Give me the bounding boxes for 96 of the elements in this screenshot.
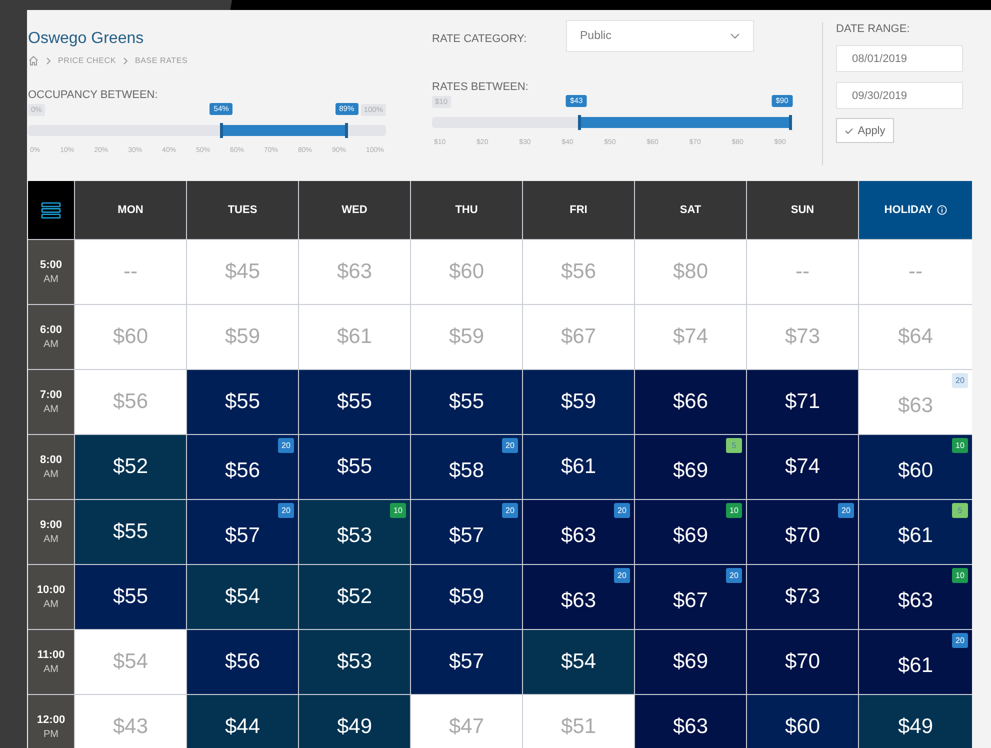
- time-cell: 9:00 AM: [28, 500, 74, 564]
- time-cell: 10:00 AM: [28, 565, 74, 629]
- home-icon[interactable]: [28, 55, 39, 66]
- price-cell[interactable]: $61 20: [859, 630, 972, 694]
- price-cell[interactable]: $63: [635, 695, 746, 748]
- price-cell[interactable]: $56: [187, 630, 298, 694]
- price-cell[interactable]: $57 20: [411, 500, 522, 564]
- info-icon[interactable]: [936, 205, 947, 215]
- filter-label: RATES BETWEEN:: [432, 81, 530, 93]
- column-header: FRI: [523, 181, 634, 239]
- price-cell[interactable]: $55: [299, 370, 410, 434]
- chevron-icon: [46, 56, 51, 64]
- price-cell[interactable]: $52: [299, 565, 410, 629]
- price-cell[interactable]: $63 10: [859, 565, 972, 629]
- count-badge: 5: [726, 438, 742, 453]
- column-header: SUN: [747, 181, 858, 239]
- time-cell: 11:00 AM: [28, 630, 74, 694]
- price-cell[interactable]: $53: [299, 630, 410, 694]
- price-cell[interactable]: $59: [411, 565, 522, 629]
- price-cell[interactable]: $69: [635, 630, 746, 694]
- slider-thumb[interactable]: [578, 115, 582, 130]
- price-cell[interactable]: $55: [299, 435, 410, 499]
- price-cell[interactable]: $55: [411, 370, 522, 434]
- count-badge: 20: [502, 438, 518, 453]
- price-cell[interactable]: $58 20: [411, 435, 522, 499]
- price-cell[interactable]: $63 20: [523, 500, 634, 564]
- price-cell[interactable]: $55: [75, 565, 186, 629]
- column-header: SAT: [635, 181, 746, 239]
- time-cell: 12:00 PM: [28, 695, 74, 748]
- chevron-down-icon: [730, 33, 740, 39]
- price-cell[interactable]: $61: [523, 435, 634, 499]
- count-badge: 10: [952, 438, 968, 453]
- price-cell[interactable]: $63 20: [523, 565, 634, 629]
- price-cell[interactable]: $71: [747, 370, 858, 434]
- slider-thumb[interactable]: [788, 115, 792, 130]
- column-header: HOLIDAY: [859, 181, 972, 239]
- price-cell[interactable]: $60 10: [859, 435, 972, 499]
- menu-icon[interactable]: [41, 202, 61, 218]
- price-cell[interactable]: $49: [859, 695, 972, 748]
- count-badge: 5: [952, 503, 968, 518]
- slider-thumb[interactable]: [220, 123, 223, 138]
- time-cell: 8:00 AM: [28, 435, 74, 499]
- filter-label: RATE CATEGORY:: [432, 32, 528, 45]
- price-cell[interactable]: $67 20: [635, 565, 746, 629]
- slider-track[interactable]: [432, 117, 790, 128]
- count-badge: 20: [838, 503, 854, 518]
- count-badge: 10: [726, 503, 742, 518]
- apply-button[interactable]: Apply: [836, 118, 894, 143]
- price-cell[interactable]: $61 5: [859, 500, 972, 564]
- count-badge: 20: [952, 633, 968, 648]
- count-badge: 20: [278, 503, 294, 518]
- price-cell[interactable]: $49: [299, 695, 410, 748]
- price-cell[interactable]: $54: [523, 630, 634, 694]
- price-cell[interactable]: $57 20: [187, 500, 298, 564]
- column-header: TUES: [187, 181, 298, 239]
- time-cell: 6:00 AM: [28, 305, 74, 369]
- price-cell[interactable]: $54: [187, 565, 298, 629]
- price-cell[interactable]: $55: [75, 500, 186, 564]
- count-badge: 20: [502, 503, 518, 518]
- column-header: WED: [299, 181, 410, 239]
- time-cell: 5:00 AM: [28, 240, 74, 304]
- count-badge: 20: [726, 568, 742, 583]
- column-header: THU: [411, 181, 522, 239]
- date-field[interactable]: 09/30/2019: [836, 82, 963, 109]
- count-badge: 20: [278, 438, 294, 453]
- price-cell[interactable]: $56 20: [187, 435, 298, 499]
- price-cell[interactable]: $74: [747, 435, 858, 499]
- column-header: MON: [75, 181, 186, 239]
- rate-category-dropdown[interactable]: Public: [566, 20, 754, 52]
- price-cell[interactable]: $52: [75, 435, 186, 499]
- filter-label: OCCUPANCY BETWEEN:: [28, 89, 159, 101]
- count-badge: 10: [390, 503, 406, 518]
- price-cell[interactable]: $69 10: [635, 500, 746, 564]
- price-cell[interactable]: $66: [635, 370, 746, 434]
- count-badge: 10: [952, 568, 968, 583]
- slider-track[interactable]: [28, 125, 386, 136]
- price-cell[interactable]: $59: [523, 370, 634, 434]
- price-cell[interactable]: $73: [747, 565, 858, 629]
- chevron-icon: [122, 56, 128, 64]
- slider-thumb[interactable]: [345, 123, 348, 138]
- filter-label: DATE RANGE:: [836, 23, 910, 35]
- price-cell[interactable]: $57: [411, 630, 522, 694]
- price-cell[interactable]: $55: [187, 370, 298, 434]
- time-cell: 7:00 AM: [28, 370, 74, 434]
- price-cell[interactable]: $69 5: [635, 435, 746, 499]
- price-cell[interactable]: $53 10: [299, 500, 410, 564]
- price-cell[interactable]: $44: [187, 695, 298, 748]
- count-badge: 20: [952, 373, 968, 388]
- price-cell[interactable]: $70: [747, 630, 858, 694]
- property-title: Oswego Greens: [28, 30, 145, 48]
- date-field[interactable]: 08/01/2019: [836, 45, 963, 72]
- count-badge: 20: [614, 568, 630, 583]
- check-icon: [844, 128, 853, 134]
- price-cell[interactable]: $70 20: [747, 500, 858, 564]
- price-cell[interactable]: $60: [747, 695, 858, 748]
- count-badge: 20: [614, 503, 630, 518]
